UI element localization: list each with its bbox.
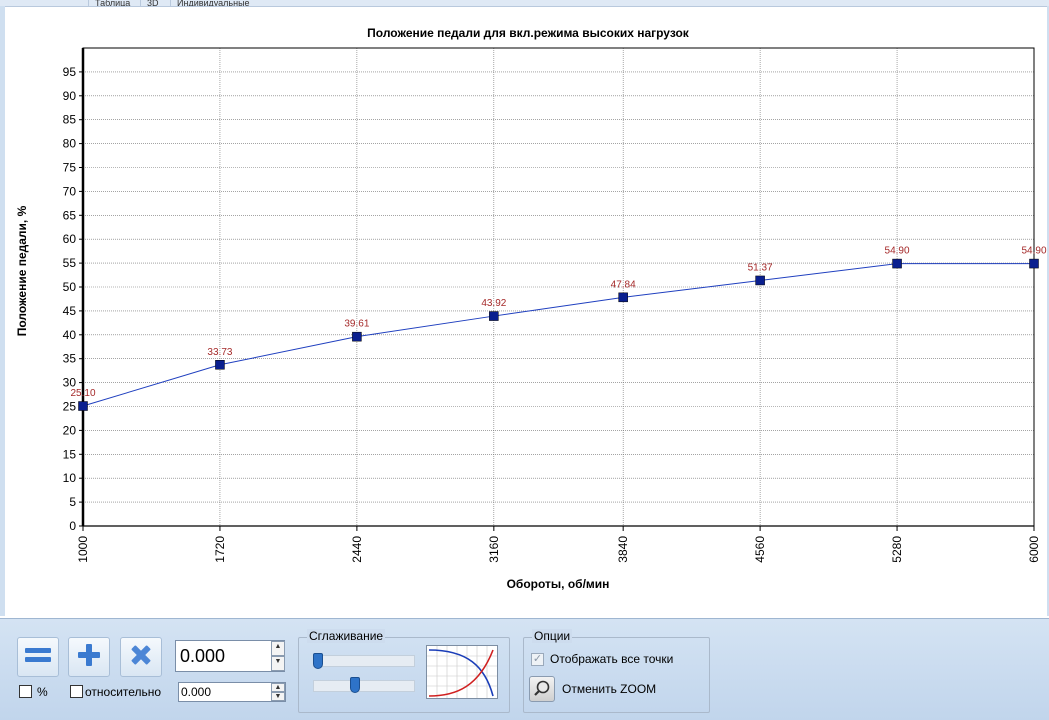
x-tick-label: 5280 [890,536,904,563]
value-spin-down[interactable]: ▼ [271,656,285,671]
data-point-label: 51.37 [748,262,773,273]
y-tick-label: 35 [63,352,77,366]
y-tick-label: 25 [63,400,77,414]
value-input[interactable] [175,640,285,672]
show-all-points-checkbox[interactable]: ✓ [531,653,544,666]
relative-spin-down[interactable]: ▼ [271,692,285,701]
x-tick-label: 1720 [213,536,227,563]
smoothing-title: Сглаживание [307,629,386,643]
y-tick-label: 5 [69,495,76,509]
relative-value-input[interactable] [178,682,286,702]
plus-icon [77,643,101,672]
y-tick-label: 45 [63,304,77,318]
x-tick-label: 2440 [350,536,364,563]
relative-checkbox[interactable] [70,685,83,698]
data-point[interactable] [618,292,628,303]
add-button[interactable] [68,637,110,677]
y-tick-label: 60 [63,232,77,246]
data-point[interactable] [215,360,225,370]
x-tick-label: 4560 [753,536,767,563]
bottom-toolbar: ▲ ▼ % относительно ▲ ▼ Сглаживание Опции… [0,618,1049,720]
set-equal-button[interactable] [17,637,59,677]
y-tick-label: 40 [63,328,77,342]
y-tick-label: 15 [63,447,77,461]
smoothing-curve-preview[interactable] [426,645,498,699]
smoothing-group: Сглаживание [298,629,510,713]
y-tick-label: 65 [63,208,77,222]
data-point-label: 39.61 [344,319,369,330]
smoothing-bottom-slider[interactable] [349,677,360,693]
y-tick-label: 70 [63,184,77,198]
data-point[interactable] [489,311,499,321]
x-tick-labels: 1000 1720 2440 3160 3840 4560 5280 6000 [76,536,1041,563]
y-tick-label: 55 [63,256,77,270]
data-point-label: 25.10 [70,388,95,399]
y-tick-label: 10 [63,471,77,485]
percent-label: % [37,685,48,699]
data-point-label: 54.90 [885,246,910,257]
cancel-zoom-button[interactable] [529,676,555,702]
smoothing-top-slider[interactable] [313,653,323,669]
data-point-label: 54.90 [1021,246,1046,257]
y-tick-labels: 05101520253035404550556065707580859095 [63,65,77,533]
y-tick-label: 80 [63,137,77,151]
equals-icon [24,646,52,669]
chart-grid [83,48,1034,526]
relative-label: относительно [85,685,162,699]
point-labels: 25.10 33.73 39.61 43.92 47.84 51.37 54.90 54.90 [70,246,1046,399]
data-point-label: 43.92 [481,298,506,309]
data-point[interactable] [892,258,902,269]
x-tick-label: 3840 [616,536,630,563]
data-point[interactable] [1029,258,1039,269]
chart[interactable]: Положение педали для вкл.режима высоких … [0,6,1049,616]
x-tick-label: 6000 [1027,536,1041,563]
y-tick-label: 0 [69,519,76,533]
data-point-label: 47.84 [611,279,636,290]
chart-title: Положение педали для вкл.режима высоких … [367,26,690,40]
y-axis-label: Положение педали, % [15,205,29,336]
smoothing-bottom-track[interactable] [313,680,415,692]
options-group: Опции ✓ Отображать все точки Отменить ZO… [523,629,710,713]
curve-preview-icon [427,646,497,698]
value-spin-up[interactable]: ▲ [271,641,285,656]
y-tick-label: 90 [63,89,77,103]
zoom-reset-icon [533,679,551,700]
series-points[interactable] [78,258,1039,411]
smoothing-top-track[interactable] [313,655,415,667]
times-icon [129,643,153,672]
y-tick-label: 20 [63,423,77,437]
data-point[interactable] [352,331,362,342]
data-point-label: 33.73 [207,347,232,358]
show-all-points-label: Отображать все точки [550,652,674,666]
data-point[interactable] [78,401,88,411]
multiply-button[interactable] [120,637,162,677]
y-tick-label: 95 [63,65,77,79]
data-point[interactable] [755,275,765,286]
chart-axes [79,47,1035,531]
x-tick-label: 3160 [487,536,501,563]
cancel-zoom-label[interactable]: Отменить ZOOM [562,682,656,696]
y-tick-label: 75 [63,161,77,175]
percent-checkbox[interactable] [19,685,32,698]
options-title: Опции [532,629,573,643]
relative-spin-up[interactable]: ▲ [271,683,285,692]
y-tick-label: 50 [63,280,77,294]
x-tick-label: 1000 [76,536,90,563]
x-axis-label: Обороты, об/мин [507,577,610,591]
y-tick-label: 85 [63,113,77,127]
